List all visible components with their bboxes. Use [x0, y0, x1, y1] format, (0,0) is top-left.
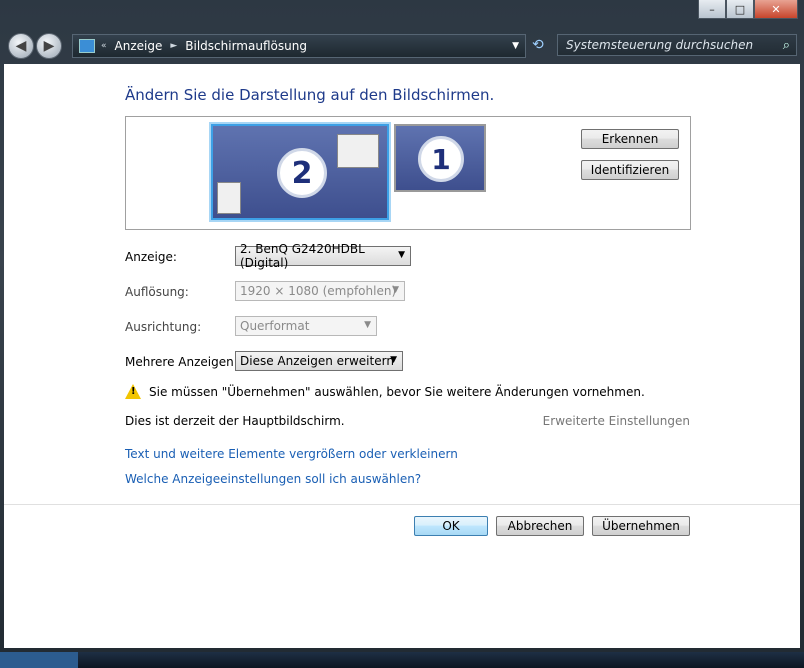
- display-select-value: 2. BenQ G2420HDBL (Digital): [240, 242, 365, 270]
- navigation-bar: ◀ ▶ « Anzeige ► Bildschirmauflösung ▼ ⟲ …: [0, 30, 804, 62]
- cancel-button[interactable]: Abbrechen: [496, 516, 584, 536]
- display-select[interactable]: 2. BenQ G2420HDBL (Digital) ▼: [235, 242, 411, 270]
- orientation-label: Ausrichtung:: [125, 320, 202, 334]
- breadcrumb-resolution[interactable]: Bildschirmauflösung: [179, 39, 313, 53]
- multi-display-label: Mehrere Anzeigen:: [125, 355, 238, 369]
- page-title: Ändern Sie die Darstellung auf den Bilds…: [125, 86, 495, 104]
- taskbar-item[interactable]: [0, 652, 78, 668]
- close-button[interactable]: ✕: [754, 0, 798, 19]
- back-button[interactable]: ◀: [8, 33, 34, 59]
- divider: [4, 504, 800, 505]
- advanced-settings-link[interactable]: Erweiterte Einstellungen: [543, 414, 690, 428]
- window-controls: – □ ✕: [698, 0, 798, 19]
- monitor-preview: 2 1 Erkennen Identifizieren: [125, 116, 691, 230]
- search-icon[interactable]: ⌕: [783, 38, 790, 53]
- taskbar: [0, 652, 804, 668]
- resolution-select: 1920 × 1080 (empfohlen) ▼: [235, 281, 405, 301]
- detect-button[interactable]: Erkennen: [581, 129, 679, 149]
- chevron-down-icon: ▼: [364, 320, 371, 330]
- chevron-down-icon: ▼: [392, 285, 399, 295]
- control-panel-icon: [79, 39, 95, 53]
- monitor-number-1: 1: [418, 136, 464, 182]
- warning-text: Sie müssen "Übernehmen" auswählen, bevor…: [149, 384, 645, 399]
- identify-button[interactable]: Identifizieren: [581, 160, 679, 180]
- text-size-link[interactable]: Text und weitere Elemente vergrößern ode…: [125, 447, 458, 461]
- monitor-1[interactable]: 1: [394, 124, 486, 192]
- resolution-label: Auflösung:: [125, 285, 189, 299]
- warning-icon: !: [125, 384, 141, 399]
- mini-window-icon: [337, 134, 379, 168]
- refresh-icon[interactable]: ⟲: [532, 37, 544, 53]
- monitor-2[interactable]: 2: [211, 124, 389, 220]
- search-placeholder: Systemsteuerung durchsuchen: [566, 38, 754, 52]
- address-bar[interactable]: « Anzeige ► Bildschirmauflösung ▼: [72, 34, 526, 58]
- breadcrumb-arrow[interactable]: ►: [168, 41, 179, 51]
- maximize-button[interactable]: □: [726, 0, 754, 19]
- monitor-number-2: 2: [277, 148, 327, 198]
- forward-arrow-icon: ▶: [43, 38, 55, 54]
- address-dropdown-icon[interactable]: ▼: [512, 41, 519, 51]
- warning-message: ! Sie müssen "Übernehmen" auswählen, bev…: [125, 384, 645, 399]
- breadcrumb-chevron[interactable]: «: [99, 41, 109, 51]
- multi-display-select-value: Diese Anzeigen erweitern: [240, 354, 394, 368]
- mini-window-icon: [217, 182, 241, 214]
- search-input[interactable]: Systemsteuerung durchsuchen ⌕: [557, 34, 797, 56]
- main-content: Ändern Sie die Darstellung auf den Bilds…: [4, 64, 800, 648]
- chevron-down-icon: ▼: [390, 355, 397, 365]
- apply-button[interactable]: Übernehmen: [592, 516, 690, 536]
- primary-display-text: Dies ist derzeit der Hauptbildschirm.: [125, 414, 345, 428]
- orientation-select: Querformat ▼: [235, 316, 377, 336]
- which-settings-link[interactable]: Welche Anzeigeeinstellungen soll ich aus…: [125, 472, 421, 486]
- control-panel-window: – □ ✕ ◀ ▶ « Anzeige ► Bildschirmauflösun…: [0, 0, 804, 652]
- back-arrow-icon: ◀: [15, 38, 27, 54]
- multi-display-select[interactable]: Diese Anzeigen erweitern ▼: [235, 351, 403, 371]
- minimize-button[interactable]: –: [698, 0, 726, 19]
- chevron-down-icon: ▼: [398, 250, 405, 260]
- resolution-select-value: 1920 × 1080 (empfohlen): [240, 284, 397, 298]
- ok-button[interactable]: OK: [414, 516, 488, 536]
- forward-button[interactable]: ▶: [36, 33, 62, 59]
- breadcrumb-anzeige[interactable]: Anzeige: [109, 39, 169, 53]
- display-label: Anzeige:: [125, 250, 177, 264]
- orientation-select-value: Querformat: [240, 319, 310, 333]
